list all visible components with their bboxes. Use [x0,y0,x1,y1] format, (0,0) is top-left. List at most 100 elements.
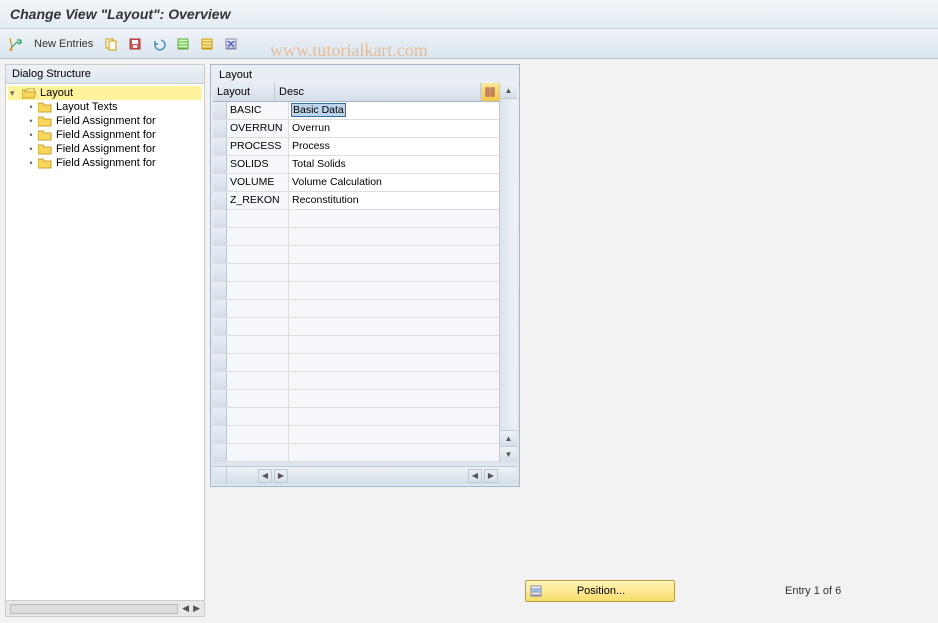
cell-layout[interactable] [227,372,289,389]
cell-desc[interactable] [289,210,499,227]
cell-desc[interactable] [289,282,499,299]
row-selector[interactable] [213,192,227,209]
table-row[interactable] [213,354,499,372]
cell-layout[interactable] [227,444,289,461]
row-selector[interactable] [213,354,227,371]
row-selector[interactable] [213,246,227,263]
scroll-up-icon[interactable]: ▲ [500,83,517,99]
table-row[interactable]: Z_REKONReconstitution [213,192,499,210]
tree-node-child[interactable]: • Layout Texts [8,100,202,114]
cell-desc[interactable] [289,390,499,407]
cell-layout[interactable] [227,354,289,371]
scroll-right-end-icon[interactable]: ▶ [484,469,498,483]
table-row[interactable] [213,228,499,246]
cell-layout[interactable]: OVERRUN [227,120,289,137]
table-row[interactable] [213,264,499,282]
table-row[interactable] [213,408,499,426]
cell-layout[interactable] [227,210,289,227]
table-row[interactable] [213,390,499,408]
scroll-left-icon[interactable]: ◀ [258,469,272,483]
row-selector[interactable] [213,264,227,281]
row-selector[interactable] [213,318,227,335]
row-selector[interactable] [213,300,227,317]
cell-desc[interactable] [289,372,499,389]
table-row[interactable]: BASICBasic Data [213,102,499,120]
cell-layout[interactable]: VOLUME [227,174,289,191]
row-selector[interactable] [213,426,227,443]
cell-desc[interactable] [289,444,499,461]
cell-layout[interactable] [227,318,289,335]
table-row[interactable]: VOLUMEVolume Calculation [213,174,499,192]
new-entries-button[interactable]: New Entries [30,36,97,52]
table-row[interactable] [213,318,499,336]
row-selector[interactable] [213,102,227,119]
table-v-scrollbar[interactable]: ▲ ▲ ▼ [499,83,517,462]
cell-desc[interactable] [289,246,499,263]
row-selector[interactable] [213,138,227,155]
scroll-left-icon[interactable]: ◀ [182,603,189,614]
tree-h-scrollbar[interactable]: ◀ ▶ [6,600,204,616]
expand-toggle-icon[interactable]: ▾ [10,88,20,99]
col-header-desc[interactable]: Desc [275,83,481,101]
table-row[interactable] [213,372,499,390]
row-selector[interactable] [213,408,227,425]
row-selector[interactable] [213,228,227,245]
delete-icon[interactable] [221,34,241,54]
cell-layout[interactable] [227,282,289,299]
row-selector[interactable] [213,210,227,227]
tree-node-layout[interactable]: ▾ Layout [8,86,202,100]
cell-layout[interactable] [227,264,289,281]
cell-desc[interactable]: Volume Calculation [289,174,499,191]
row-selector[interactable] [213,120,227,137]
row-selector[interactable] [213,336,227,353]
cell-desc[interactable]: Overrun [289,120,499,137]
cell-desc[interactable] [289,228,499,245]
toggle-display-icon[interactable] [6,34,26,54]
tree-node-child[interactable]: • Field Assignment for [8,128,202,142]
cell-desc[interactable] [289,354,499,371]
table-row[interactable] [213,444,499,462]
cell-desc[interactable] [289,300,499,317]
cell-layout[interactable] [227,336,289,353]
cell-desc[interactable] [289,318,499,335]
row-selector[interactable] [213,444,227,461]
copy-icon[interactable] [101,34,121,54]
select-all-rows[interactable] [213,467,227,484]
row-selector[interactable] [213,156,227,173]
cell-layout[interactable]: PROCESS [227,138,289,155]
row-selector[interactable] [213,174,227,191]
cell-desc[interactable] [289,264,499,281]
undo-icon[interactable] [149,34,169,54]
tree-node-child[interactable]: • Field Assignment for [8,142,202,156]
position-button[interactable]: Position... [525,580,675,602]
cell-layout[interactable] [227,300,289,317]
table-config-icon[interactable] [481,83,499,101]
cell-layout[interactable]: Z_REKON [227,192,289,209]
row-selector[interactable] [213,390,227,407]
select-all-icon[interactable] [173,34,193,54]
row-selector[interactable] [213,372,227,389]
row-selector[interactable] [213,282,227,299]
scroll-left-end-icon[interactable]: ◀ [468,469,482,483]
cell-layout[interactable] [227,408,289,425]
scroll-down-icon[interactable]: ▲ [500,430,517,446]
table-row[interactable] [213,246,499,264]
col-header-layout[interactable]: Layout [213,83,275,101]
table-row[interactable] [213,282,499,300]
cell-desc[interactable]: Process [289,138,499,155]
cell-desc[interactable] [289,336,499,353]
cell-layout[interactable] [227,246,289,263]
cell-layout[interactable] [227,390,289,407]
table-row[interactable] [213,336,499,354]
tree-node-child[interactable]: • Field Assignment for [8,114,202,128]
cell-layout[interactable] [227,228,289,245]
cell-desc[interactable]: Basic Data [289,102,499,119]
table-row[interactable] [213,300,499,318]
table-row[interactable]: PROCESSProcess [213,138,499,156]
table-row[interactable] [213,210,499,228]
save-icon[interactable] [125,34,145,54]
table-h-scrollbar[interactable]: ◀ ▶ ◀ ▶ [213,466,517,484]
scroll-right-icon[interactable]: ▶ [193,603,200,614]
cell-layout[interactable] [227,426,289,443]
cell-layout[interactable]: BASIC [227,102,289,119]
